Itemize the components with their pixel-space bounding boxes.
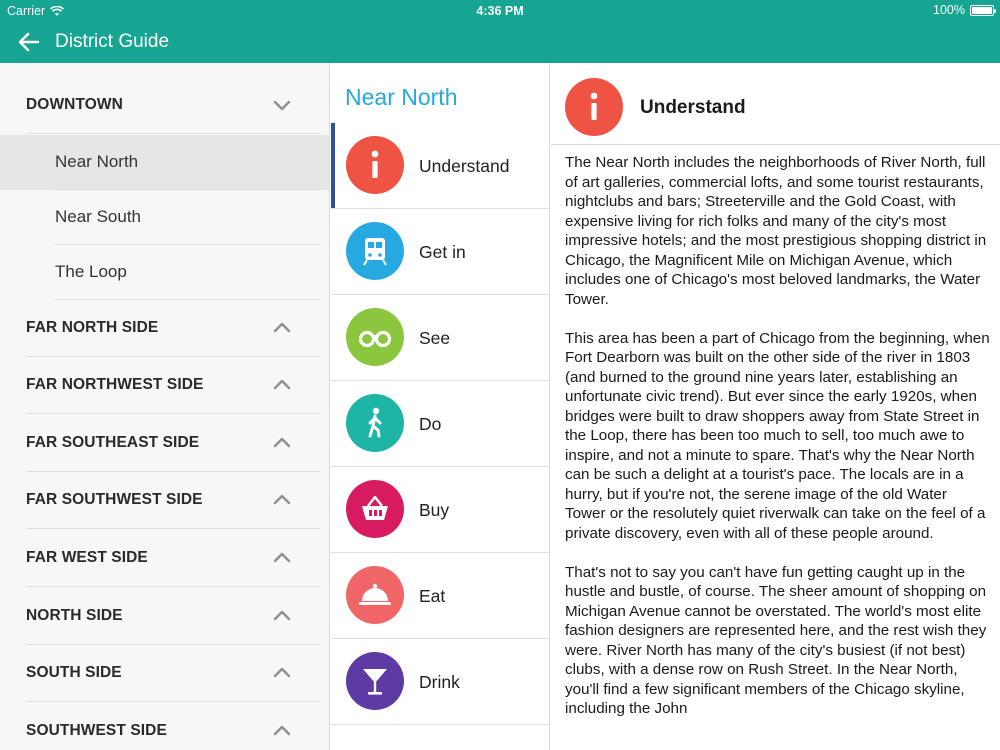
section-far-west-side[interactable]: FAR WEST SIDE xyxy=(0,530,329,587)
battery-indicator: 100% xyxy=(933,3,996,17)
chevron-up-icon xyxy=(273,552,291,563)
category-see[interactable]: See xyxy=(331,295,549,381)
section-downtown[interactable]: DOWNTOWN xyxy=(0,77,329,134)
binoculars-icon xyxy=(346,308,404,366)
section-label: SOUTH SIDE xyxy=(26,664,122,681)
chevron-up-icon xyxy=(273,322,291,333)
chevron-up-icon xyxy=(273,725,291,736)
category-buy[interactable]: Buy xyxy=(331,467,549,553)
info-icon xyxy=(565,78,623,136)
section-label: FAR SOUTHWEST SIDE xyxy=(26,491,203,508)
train-icon xyxy=(346,222,404,280)
chevron-down-icon xyxy=(273,100,291,111)
paragraph: The Near North includes the neighborhood… xyxy=(565,154,987,308)
section-far-northwest-side[interactable]: FAR NORTHWEST SIDE xyxy=(0,357,329,414)
section-far-north-side[interactable]: FAR NORTH SIDE xyxy=(0,300,329,357)
chevron-up-icon xyxy=(273,610,291,621)
category-get-in[interactable]: Get in xyxy=(331,209,549,295)
section-far-southeast-side[interactable]: FAR SOUTHEAST SIDE xyxy=(0,415,329,472)
page-title: District Guide xyxy=(55,31,170,52)
sidebar-item-label: Near North xyxy=(55,152,139,171)
section-south-side[interactable]: SOUTH SIDE xyxy=(0,645,329,702)
paragraph: This area has been a part of Chicago fro… xyxy=(565,329,990,542)
district-title: Near North xyxy=(345,84,458,110)
sidebar-item-the-loop[interactable]: The Loop xyxy=(0,245,329,300)
sidebar-item-label: The Loop xyxy=(55,262,127,281)
category-label: Do xyxy=(419,414,442,434)
chevron-up-icon xyxy=(273,437,291,448)
category-eat[interactable]: Eat xyxy=(331,553,549,639)
back-arrow-icon[interactable] xyxy=(16,29,42,55)
cloche-icon xyxy=(346,566,404,624)
section-label: FAR SOUTHEAST SIDE xyxy=(26,434,200,451)
category-label: Drink xyxy=(419,672,460,692)
section-label: FAR WEST SIDE xyxy=(26,549,148,566)
divider xyxy=(26,701,320,702)
divider xyxy=(331,724,549,725)
detail-body: The Near North includes the neighborhood… xyxy=(565,153,991,738)
section-label: FAR NORTHWEST SIDE xyxy=(26,376,204,393)
divider xyxy=(26,133,320,134)
walking-icon xyxy=(346,394,404,452)
section-label: FAR NORTH SIDE xyxy=(26,319,159,336)
clock: 4:36 PM xyxy=(476,4,524,18)
section-north-side[interactable]: NORTH SIDE xyxy=(0,588,329,645)
basket-icon xyxy=(346,480,404,538)
cocktail-icon xyxy=(346,652,404,710)
section-southwest-side[interactable]: SOUTHWEST SIDE xyxy=(0,703,329,750)
divider xyxy=(26,586,320,587)
battery-icon xyxy=(970,4,996,16)
category-label: Understand xyxy=(419,156,510,176)
section-label: NORTH SIDE xyxy=(26,607,123,624)
paragraph: That's not to say you can't have fun get… xyxy=(565,563,987,718)
section-label: SOUTHWEST SIDE xyxy=(26,722,167,739)
divider xyxy=(26,413,320,414)
chevron-up-icon xyxy=(273,494,291,505)
sidebar-item-near-north[interactable]: Near North xyxy=(0,135,329,190)
detail-panel: Understand The Near North includes the n… xyxy=(551,63,1000,750)
category-label: Eat xyxy=(419,586,446,606)
selection-indicator xyxy=(331,123,335,208)
category-drink[interactable]: Drink xyxy=(331,639,549,725)
info-icon xyxy=(346,136,404,194)
district-sidebar: DOWNTOWN Near North Near South The Loop … xyxy=(0,63,330,750)
section-label: DOWNTOWN xyxy=(26,96,123,113)
chevron-up-icon xyxy=(273,379,291,390)
divider xyxy=(26,528,320,529)
sidebar-item-near-south[interactable]: Near South xyxy=(0,190,329,245)
section-far-southwest-side[interactable]: FAR SOUTHWEST SIDE xyxy=(0,472,329,529)
status-bar: Carrier 4:36 PM 100% xyxy=(0,0,1000,22)
category-label: Buy xyxy=(419,500,450,520)
category-label: Get in xyxy=(419,242,466,262)
category-label: See xyxy=(419,328,451,348)
category-understand[interactable]: Understand xyxy=(331,123,549,209)
battery-percent: 100% xyxy=(933,3,965,17)
category-do[interactable]: Do xyxy=(331,381,549,467)
detail-header: Understand xyxy=(551,63,1000,145)
chevron-up-icon xyxy=(273,667,291,678)
category-list: Near North Understand Get in See Do Buy … xyxy=(331,63,550,750)
sidebar-item-label: Near South xyxy=(55,207,141,226)
detail-title: Understand xyxy=(640,97,746,118)
navigation-bar: District Guide xyxy=(0,22,1000,63)
